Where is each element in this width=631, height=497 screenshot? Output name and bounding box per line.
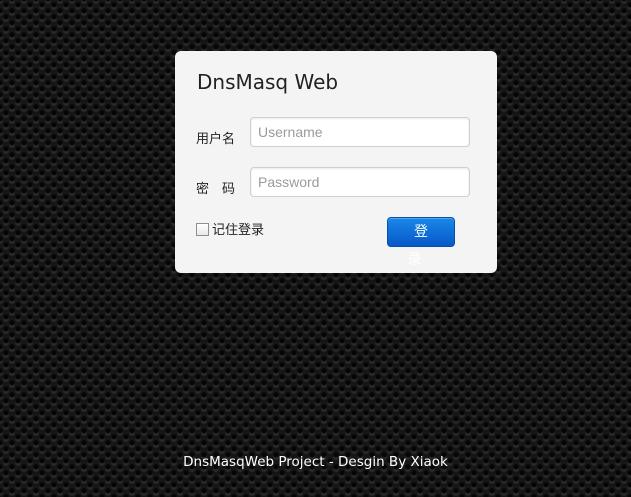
login-button[interactable]: 登录 <box>387 217 455 268</box>
login-panel: DnsMasq Web 用户名 密码 记住登录 登录 <box>175 51 497 273</box>
password-input[interactable] <box>250 167 470 197</box>
footer-credit: DnsMasqWeb Project - Desgin By Xiaok <box>183 454 448 470</box>
remember-me-label[interactable]: 记住登录 <box>212 219 264 238</box>
remember-me-row[interactable]: 记住登录 <box>196 219 264 238</box>
password-label: 密码 <box>196 182 249 197</box>
username-input[interactable] <box>250 117 470 147</box>
login-title: DnsMasq Web <box>197 70 339 94</box>
username-label: 用户名 <box>196 132 236 147</box>
remember-me-checkbox[interactable] <box>196 223 209 236</box>
